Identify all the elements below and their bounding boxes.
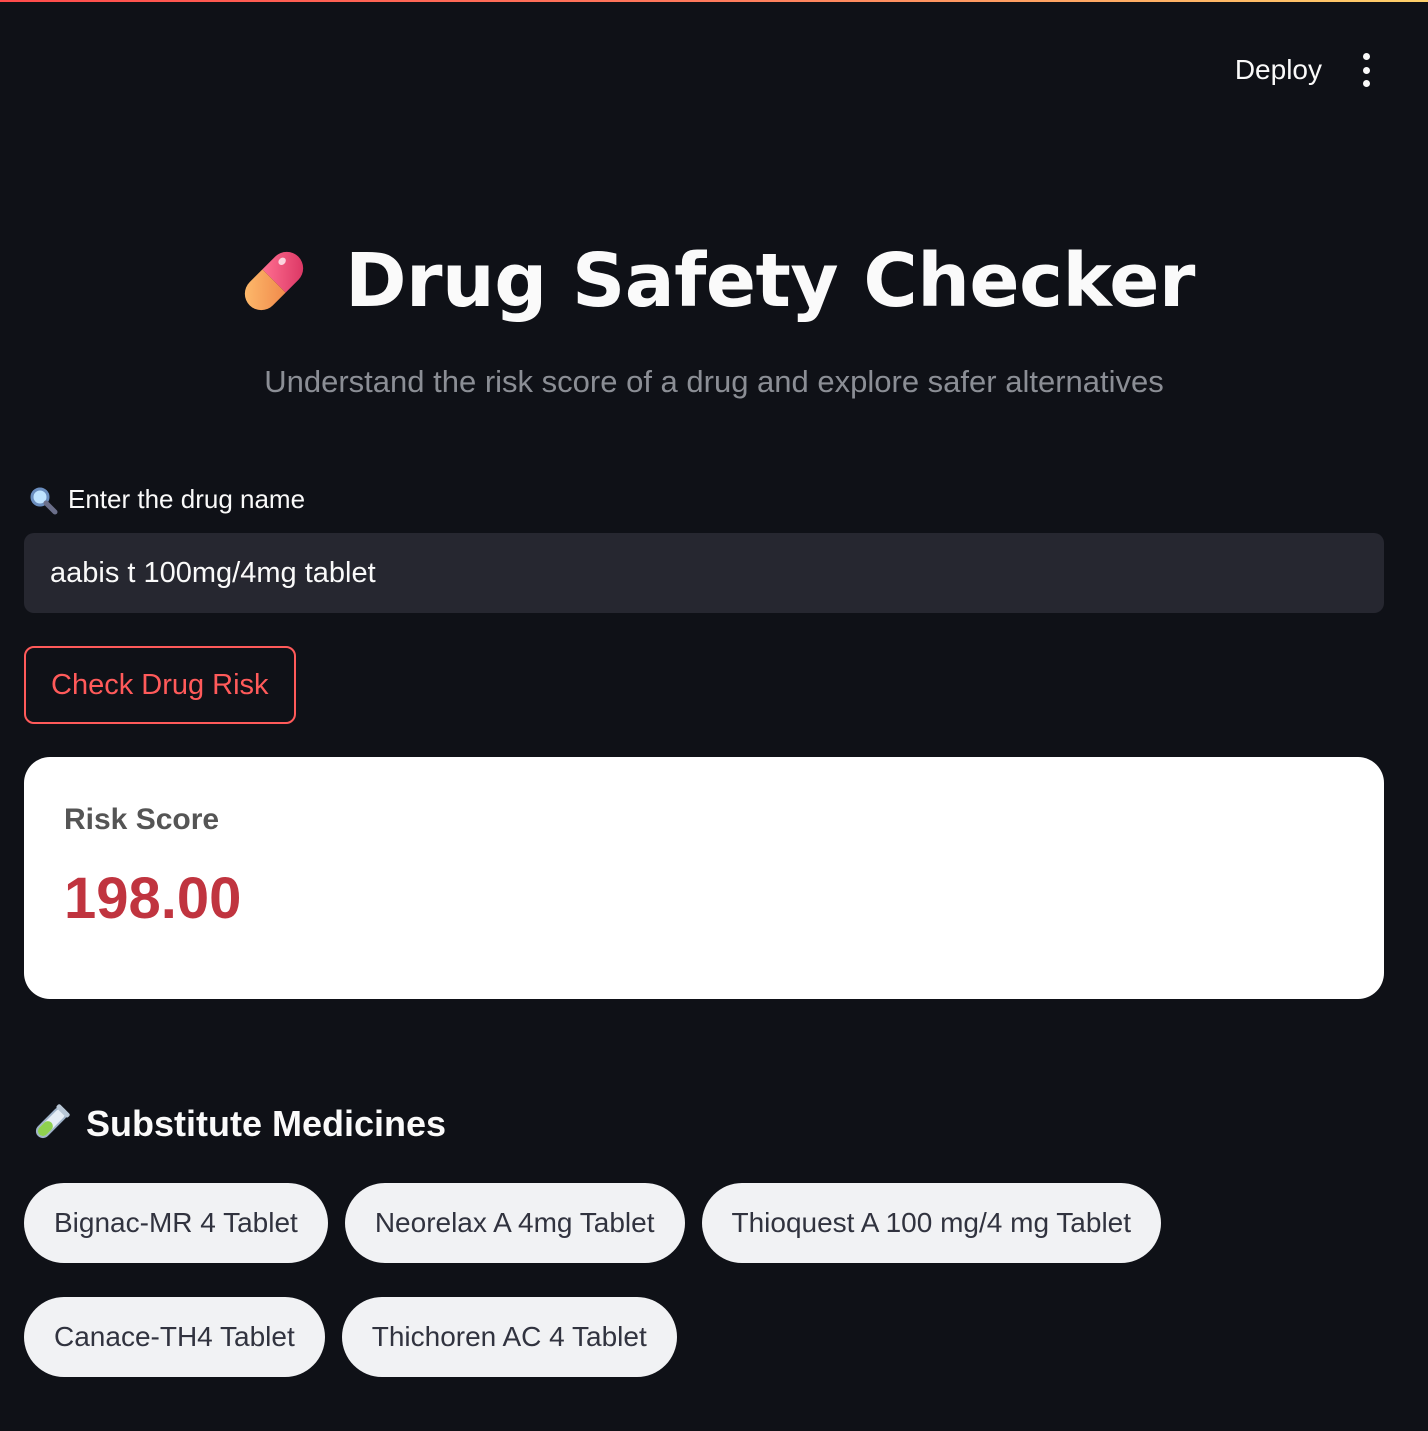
page-header: Drug Safety Checker: [0, 238, 1428, 324]
page-subtitle: Understand the risk score of a drug and …: [264, 364, 1164, 399]
substitute-list: Bignac-MR 4 Tablet Neorelax A 4mg Tablet…: [24, 1183, 1404, 1377]
substitute-chip[interactable]: Bignac-MR 4 Tablet: [24, 1183, 328, 1263]
deploy-button[interactable]: Deploy: [1235, 54, 1322, 86]
risk-score-label: Risk Score: [64, 803, 220, 836]
drug-name-input[interactable]: aabis t 100mg/4mg tablet: [24, 533, 1384, 613]
substitute-chip[interactable]: Thichoren AC 4 Tablet: [341, 1297, 677, 1377]
risk-score-value: 198.00: [64, 866, 242, 931]
substitute-chip[interactable]: Thioquest A 100 mg/4 mg Tablet: [701, 1183, 1162, 1263]
drug-name-label-text: Enter the drug name: [68, 484, 306, 514]
top-accent-bar: [0, 0, 1428, 2]
drug-name-label: Enter the drug name: [28, 484, 305, 515]
more-vertical-icon[interactable]: [1360, 53, 1372, 87]
top-toolbar: Deploy: [1235, 48, 1372, 92]
check-drug-risk-button[interactable]: Check Drug Risk: [24, 646, 296, 724]
pill-icon: [244, 251, 304, 311]
magnifier-icon: [30, 487, 58, 514]
substitute-chip[interactable]: Neorelax A 4mg Tablet: [344, 1183, 685, 1263]
page-title: Drug Safety Checker: [345, 238, 1195, 324]
substitutes-heading: Substitute Medicines: [28, 1102, 446, 1146]
test-tube-icon: [35, 1104, 70, 1139]
risk-score-card: Risk Score 198.00: [24, 757, 1384, 999]
substitute-chip[interactable]: Canace-TH4 Tablet: [24, 1297, 325, 1377]
drug-name-input-value: aabis t 100mg/4mg tablet: [50, 556, 376, 589]
substitutes-heading-text: Substitute Medicines: [86, 1103, 447, 1144]
